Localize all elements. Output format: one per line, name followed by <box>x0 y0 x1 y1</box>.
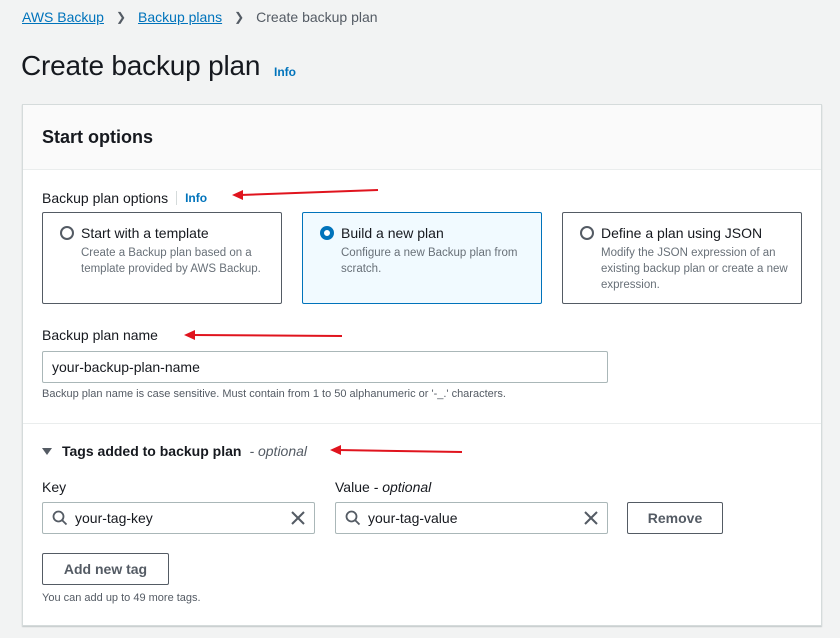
label-divider <box>176 191 178 205</box>
tag-value-label-group: Value - optional <box>335 479 431 495</box>
tag-key-value: your-tag-key <box>75 510 153 526</box>
section-divider <box>23 423 821 424</box>
plan-name-input[interactable]: your-backup-plan-name <box>42 351 608 383</box>
remove-tag-button[interactable]: Remove <box>627 502 723 534</box>
tags-expander[interactable]: Tags added to backup plan - optional <box>42 443 307 459</box>
tag-value-optional: - optional <box>373 479 432 495</box>
tags-optional: - optional <box>249 443 308 459</box>
option-start-with-template[interactable]: Start with a template Create a Backup pl… <box>42 212 282 304</box>
breadcrumb-current: Create backup plan <box>256 9 378 25</box>
option-title: Define a plan using JSON <box>601 225 763 241</box>
radio-button[interactable] <box>320 226 334 240</box>
search-icon <box>345 510 361 526</box>
plan-name-value: your-backup-plan-name <box>52 359 200 375</box>
option-title: Start with a template <box>81 225 209 241</box>
tags-hint: You can add up to 49 more tags. <box>42 592 201 604</box>
plan-name-hint: Backup plan name is case sensitive. Must… <box>42 388 506 400</box>
tag-value-label: Value <box>335 479 370 495</box>
panel-title: Start options <box>42 127 153 147</box>
annotation-arrow-icon <box>330 445 463 455</box>
tags-title: Tags added to backup plan <box>62 443 242 459</box>
tag-value-value: your-tag-value <box>368 510 458 526</box>
radio-button[interactable] <box>580 226 594 240</box>
tag-key-label: Key <box>42 479 67 495</box>
page-info-link[interactable]: Info <box>274 65 296 79</box>
plan-options-info-link[interactable]: Info <box>185 191 207 205</box>
annotation-arrow-icon <box>232 189 379 200</box>
breadcrumb-backup-plans[interactable]: Backup plans <box>138 9 222 25</box>
close-icon[interactable] <box>290 510 306 526</box>
annotation-arrow-icon <box>184 330 343 340</box>
option-description: Create a Backup plan based on a template… <box>81 247 261 275</box>
panel-header: Start options <box>23 105 821 170</box>
option-description: Modify the JSON expression of an existin… <box>601 247 788 291</box>
breadcrumb: AWS Backup ❯ Backup plans ❯ Create backu… <box>22 9 378 25</box>
option-title: Build a new plan <box>341 225 444 241</box>
option-build-new-plan[interactable]: Build a new plan Configure a new Backup … <box>302 212 542 304</box>
option-description: Configure a new Backup plan from scratch… <box>341 247 518 275</box>
plan-name-label: Backup plan name <box>42 327 158 343</box>
close-icon[interactable] <box>583 510 599 526</box>
plan-options-label-group: Backup plan options Info <box>42 190 207 206</box>
breadcrumb-aws-backup[interactable]: AWS Backup <box>22 9 104 25</box>
chevron-right-icon: ❯ <box>234 10 245 24</box>
caret-down-icon <box>42 447 52 455</box>
page-title: Create backup plan <box>21 50 261 81</box>
start-options-panel: Start options Backup plan options Info S… <box>22 104 822 626</box>
chevron-right-icon: ❯ <box>115 10 127 24</box>
search-icon <box>52 510 68 526</box>
tag-key-input[interactable]: your-tag-key <box>42 502 315 534</box>
plan-options-label: Backup plan options <box>42 190 169 206</box>
radio-button[interactable] <box>60 226 74 240</box>
tag-value-input[interactable]: your-tag-value <box>335 502 608 534</box>
add-new-tag-button[interactable]: Add new tag <box>42 553 169 585</box>
option-define-plan-json[interactable]: Define a plan using JSON Modify the JSON… <box>562 212 802 304</box>
